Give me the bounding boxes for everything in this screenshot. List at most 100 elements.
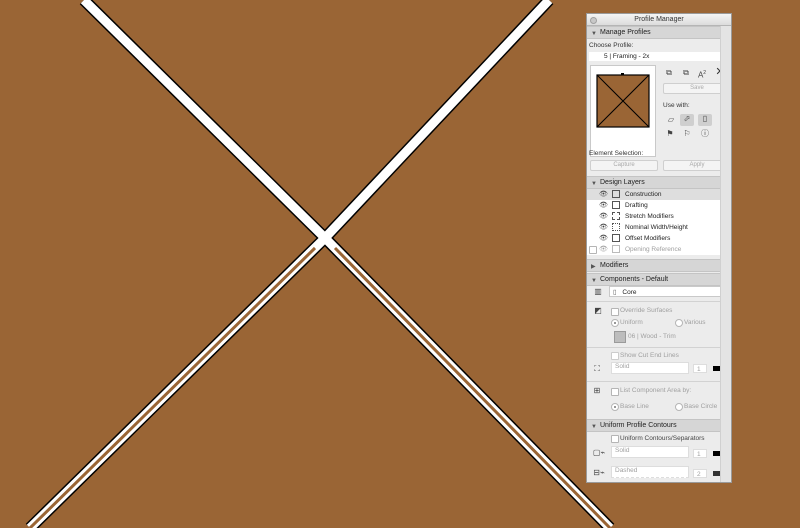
cut-pen-field[interactable]: 1	[693, 364, 707, 373]
uniform-profile-contours-header[interactable]: ▼ Uniform Profile Contours	[587, 419, 731, 432]
core-icon: ▯	[613, 289, 617, 296]
offset-layer-icon	[612, 234, 620, 242]
line-type-value: Dashed	[615, 467, 638, 474]
layer-row-drafting[interactable]: 👁 Drafting	[587, 200, 731, 211]
triangle-right-icon: ▶	[591, 264, 596, 270]
various-label: Various	[684, 319, 706, 326]
triangle-down-icon: ▼	[591, 424, 597, 430]
separator-line-type-select[interactable]: Dashed	[611, 466, 689, 478]
layer-row-nominal[interactable]: 👁 Nominal Width/Height	[587, 222, 731, 233]
nominal-layer-icon	[612, 223, 620, 231]
design-layers-label: Design Layers	[600, 179, 645, 186]
railing-icon[interactable]: ⚑	[663, 129, 677, 141]
stair-icon[interactable]: ⚐	[680, 129, 694, 141]
eye-icon[interactable]: 👁	[599, 200, 608, 211]
design-layers-header[interactable]: ▼ Design Layers	[587, 176, 731, 189]
show-cut-end-lines-checkbox[interactable]	[611, 352, 619, 360]
surface-value: 06 | Wood - Trim	[628, 333, 676, 340]
use-with-label: Use with:	[663, 102, 690, 109]
duplicate-profile-icon[interactable]: ⧉	[680, 68, 692, 80]
pen-value: 1	[697, 366, 701, 373]
eye-icon[interactable]: 👁	[599, 211, 608, 222]
profile-value: 5 | Framing - 2x	[604, 53, 650, 60]
component-select[interactable]: ▯ Core ⇕	[609, 286, 730, 297]
capture-button[interactable]: Capture	[590, 160, 658, 171]
surface-swatch[interactable]	[614, 331, 626, 343]
component-icon: ▥	[594, 287, 602, 296]
layer-row-offset-modifiers[interactable]: 👁 Offset Modifiers	[587, 233, 731, 244]
layer-label: Drafting	[625, 202, 648, 209]
layer-row-opening-reference[interactable]: 👁 Opening Reference	[587, 244, 731, 255]
close-icon[interactable]	[590, 17, 597, 24]
layer-label: Nominal Width/Height	[625, 224, 688, 231]
uniform-profile-contours-label: Uniform Profile Contours	[600, 422, 677, 429]
separator-icon: ⊟⌁	[593, 468, 605, 477]
eye-icon[interactable]: 👁	[599, 233, 608, 244]
line-type-value: Solid	[615, 447, 630, 454]
uniform-contours-checkbox[interactable]	[611, 435, 619, 443]
pen-value: 1	[697, 451, 701, 458]
base-line-radio[interactable]	[611, 403, 619, 411]
layer-row-construction[interactable]: 👁 Construction	[587, 189, 731, 200]
profile-preview-drawing	[596, 73, 650, 128]
choose-profile-label: Choose Profile:	[589, 42, 634, 49]
slab-icon[interactable]: ▱	[663, 114, 679, 128]
cut-end-icon: ⛶	[594, 364, 600, 373]
rename-icon[interactable]: A2	[696, 68, 708, 80]
base-circle-label: Base Circle	[684, 403, 718, 410]
layer-checkbox[interactable]	[589, 246, 597, 254]
layer-row-stretch-modifiers[interactable]: 👁 Stretch Modifiers	[587, 211, 731, 222]
cut-line-type-select[interactable]: Solid	[611, 362, 689, 374]
new-profile-icon[interactable]: ⧉	[663, 68, 675, 80]
components-label: Components - Default	[600, 276, 669, 283]
beam-icon[interactable]: ⬀	[680, 114, 694, 126]
panel-title: Profile Manager	[634, 16, 684, 23]
various-radio[interactable]	[675, 319, 683, 327]
list-component-area-checkbox[interactable]	[611, 388, 619, 396]
profile-select[interactable]: 5 | Framing - 2x ›	[589, 52, 730, 61]
layer-label: Opening Reference	[625, 246, 682, 253]
eye-icon[interactable]: 👁	[599, 222, 608, 233]
scrollbar[interactable]	[720, 26, 731, 482]
contour-pen-field[interactable]: 1	[693, 449, 707, 458]
contour-line-type-select[interactable]: Solid	[611, 446, 689, 458]
list-component-area-label: List Component Area by:	[620, 387, 692, 394]
layer-label: Offset Modifiers	[625, 235, 671, 242]
pen-value: 2	[697, 471, 701, 478]
stretch-layer-icon	[612, 212, 620, 220]
profile-manager-panel: Profile Manager ▼ Manage Profiles Choose…	[586, 13, 732, 483]
components-header[interactable]: ▼ Components - Default	[587, 273, 731, 286]
info-icon[interactable]: ⓘ	[698, 129, 712, 141]
modifiers-header[interactable]: ▶ Modifiers	[587, 259, 731, 272]
surface-icon: ◩	[594, 306, 602, 315]
base-circle-radio[interactable]	[675, 403, 683, 411]
override-surfaces-label: Override Surfaces	[620, 307, 673, 314]
base-line-label: Base Line	[620, 403, 649, 410]
separator-pen-field[interactable]: 2	[693, 469, 707, 478]
construction-layer-icon	[612, 190, 620, 198]
eye-icon[interactable]: 👁	[599, 189, 608, 200]
override-surfaces-checkbox[interactable]	[611, 308, 619, 316]
profile-preview	[590, 65, 656, 157]
line-type-value: Solid	[615, 363, 630, 370]
opening-layer-icon	[612, 245, 620, 253]
eye-icon[interactable]: 👁	[599, 244, 608, 255]
column-icon[interactable]: ▯	[698, 114, 712, 126]
manage-profiles-label: Manage Profiles	[600, 29, 651, 36]
uniform-label: Uniform	[620, 319, 643, 326]
contour-icon: ▢⌁	[592, 448, 606, 457]
layer-label: Stretch Modifiers	[625, 213, 674, 220]
modifiers-label: Modifiers	[600, 262, 629, 269]
triangle-down-icon: ▼	[591, 278, 597, 284]
manage-profiles-header[interactable]: ▼ Manage Profiles	[587, 26, 731, 39]
uniform-radio[interactable]	[611, 319, 619, 327]
component-value: Core	[622, 289, 637, 296]
layer-label: Construction	[625, 191, 662, 198]
triangle-down-icon: ▼	[591, 31, 597, 37]
element-selection-label: Element Selection:	[589, 150, 644, 157]
show-cut-end-lines-label: Show Cut End Lines	[620, 352, 679, 359]
component-area-icon: ⊞	[593, 386, 601, 395]
uniform-contours-label: Uniform Contours/Separators	[620, 435, 705, 442]
panel-titlebar: Profile Manager	[587, 14, 731, 26]
drafting-layer-icon	[612, 201, 620, 209]
